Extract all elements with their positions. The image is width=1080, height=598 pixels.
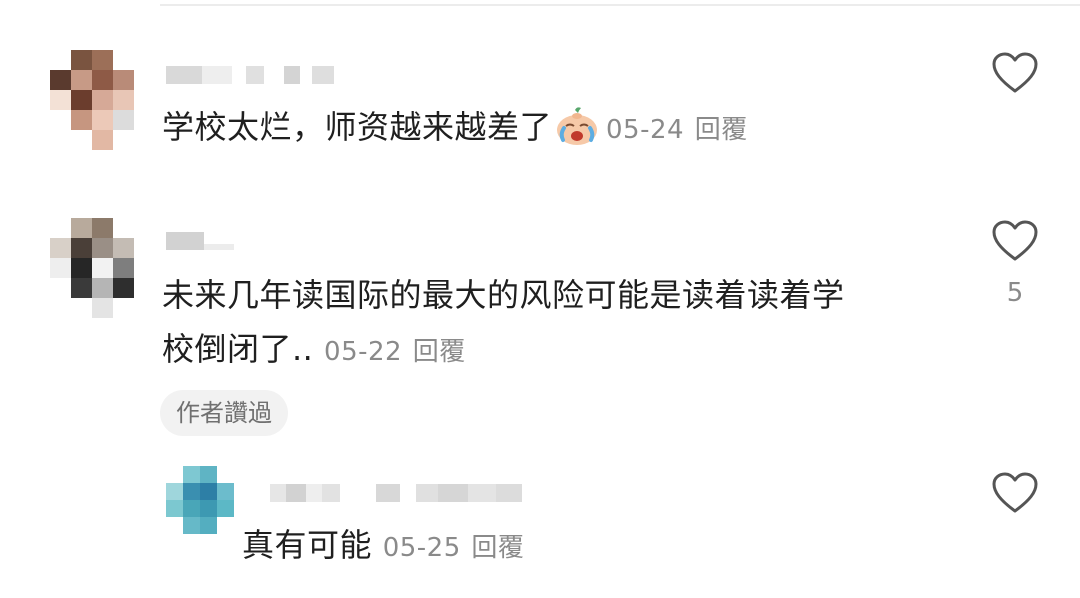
- comment-body: 未来几年读国际的最大的风险可能是读着读着学 校倒闭了.. 05-22 回覆: [162, 268, 845, 379]
- reply-text: 真有可能: [242, 526, 373, 564]
- heart-icon: [992, 220, 1038, 261]
- avatar[interactable]: [50, 218, 134, 318]
- reply-button[interactable]: 回覆: [695, 115, 748, 145]
- reply-button[interactable]: 回覆: [471, 533, 524, 563]
- divider: [160, 4, 1080, 6]
- like-button[interactable]: [992, 472, 1038, 514]
- comment-text: 学校太烂，师资越来越差了: [162, 108, 553, 146]
- like-button[interactable]: [992, 52, 1038, 94]
- username-blurred[interactable]: [270, 484, 522, 502]
- username-blurred[interactable]: [166, 232, 234, 250]
- reply-button[interactable]: 回覆: [413, 337, 466, 367]
- comment-thread: 学校太烂，师资越来越差了 05-24 回覆 未来几年读国际的最大的风险可能是读着…: [0, 0, 1080, 598]
- reply-body: 真有可能 05-25 回覆: [242, 518, 524, 575]
- avatar[interactable]: [166, 466, 236, 536]
- comment-text-line-2-content: 校倒闭了..: [162, 330, 314, 368]
- comment-date: 05-22: [324, 337, 403, 367]
- reply-date: 05-25: [382, 533, 461, 563]
- heart-icon: [992, 52, 1038, 93]
- heart-icon: [992, 472, 1038, 513]
- author-liked-badge: 作者讚過: [160, 390, 288, 436]
- comment-text-line-1: 未来几年读国际的最大的风险可能是读着读着学: [162, 276, 845, 314]
- like-button[interactable]: [992, 220, 1038, 262]
- comment-date: 05-24: [606, 115, 685, 145]
- like-count: 5: [1006, 278, 1024, 308]
- avatar[interactable]: [50, 50, 134, 150]
- comment-text-line-2: 校倒闭了.. 05-22 回覆: [162, 322, 845, 379]
- crying-face-emoji-icon: [554, 106, 600, 162]
- comment-body: 学校太烂，师资越来越差了 05-24 回覆: [162, 100, 748, 162]
- username-blurred[interactable]: [166, 66, 334, 84]
